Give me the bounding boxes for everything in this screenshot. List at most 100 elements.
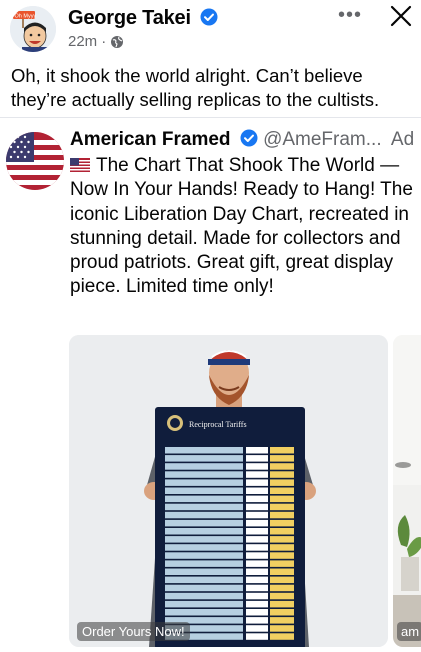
chart-table-cell [246, 447, 268, 454]
chart-table-cell [270, 447, 294, 454]
ad-page-name[interactable]: American Framed [70, 129, 231, 150]
chart-table-cell [165, 528, 243, 535]
chart-table-cell [246, 503, 268, 511]
us-flag-icon [6, 132, 64, 190]
chart-table-cell [270, 552, 294, 559]
chart-table-cell [246, 576, 268, 584]
post-meta: 22m · [68, 33, 124, 50]
us-flag-icon [70, 158, 90, 172]
close-icon [390, 5, 412, 27]
chart-table-cell [270, 528, 294, 535]
ad-header: American Framed @AmeFram... Ad ··· [70, 129, 421, 151]
chart-table-cell [270, 617, 294, 624]
chart-table-cell [270, 519, 294, 527]
chart-table-cell [246, 609, 268, 616]
chart-table-cell [165, 536, 243, 543]
chart-table-cell [246, 519, 268, 527]
chart-table-cell [270, 625, 294, 632]
chart-table-cell [165, 552, 243, 559]
chart-table-cell [246, 528, 268, 535]
chart-table-cell [165, 447, 243, 454]
chart-table-cell [165, 576, 243, 584]
avatar-sign-text: Oh Myyy [15, 14, 37, 20]
chart-table-cell [270, 576, 294, 584]
chart-table-cell [246, 625, 268, 632]
chart-table-cell [165, 455, 243, 462]
close-button[interactable] [386, 1, 416, 31]
chart-table-cell [165, 463, 243, 470]
chart-table-cell [270, 600, 294, 608]
chart-table-cell [165, 471, 243, 478]
chart-table-cell [246, 455, 268, 462]
chart-table-cell [270, 455, 294, 462]
chart-table-cell [270, 487, 294, 494]
ad-body-text: The Chart That Shook The World — Now In … [70, 155, 413, 298]
chart-table-cell [165, 519, 243, 527]
post-timestamp[interactable]: 22m [68, 33, 97, 50]
chart-table-cell [246, 487, 268, 494]
chart-table-cell [270, 495, 294, 503]
chart-table-cell [165, 584, 243, 592]
chart-table-cell [246, 511, 268, 519]
verified-badge-icon [240, 129, 258, 147]
chart-table-cell [270, 503, 294, 511]
author-avatar[interactable]: Oh Myyy [10, 6, 56, 52]
post-text: Oh, it shook the world alright. Can’t be… [11, 65, 380, 110]
more-options-button[interactable]: ••• [335, 4, 365, 26]
chart-table-cell [270, 544, 294, 551]
chart-table-cell [165, 560, 243, 567]
globe-icon [111, 35, 124, 48]
chart-table-cell [246, 600, 268, 608]
ad-label: Ad [390, 129, 415, 150]
verified-badge-icon [200, 8, 218, 26]
chart-table-cell [270, 479, 294, 486]
chart-table-cell [270, 463, 294, 470]
chart-table-cell [246, 479, 268, 486]
room-photo [393, 335, 421, 647]
shared-ad-post: American Framed @AmeFram... Ad ··· The C… [0, 117, 421, 652]
chart-table-cell [165, 495, 243, 503]
chart-table-cell [246, 471, 268, 478]
chart-table-cell [246, 584, 268, 592]
chart-table-cell [270, 592, 294, 600]
chart-table-cell [165, 592, 243, 600]
order-now-button[interactable]: Order Yours Now! [77, 622, 190, 641]
chart-title: Reciprocal Tariffs [189, 420, 247, 429]
chart-table-cell [270, 560, 294, 567]
chart-table-cell [270, 584, 294, 592]
chart-table-cell [165, 511, 243, 519]
ad-media-image[interactable]: Reciprocal Tariffs Order Yours Now! [69, 335, 388, 647]
secondary-cta-label: am [397, 622, 421, 641]
author-name[interactable]: George Takei [68, 7, 218, 30]
chart-table-cell [246, 544, 268, 551]
chart-table-cell [165, 479, 243, 486]
chart-table-cell [270, 609, 294, 616]
chart-table-cell [270, 511, 294, 519]
chart-table-cell [246, 495, 268, 503]
ad-media-image-2[interactable]: am [393, 335, 421, 647]
chart-table-cell [246, 617, 268, 624]
ad-handle[interactable]: @AmeFram... [263, 129, 382, 150]
chart-table-cell [165, 544, 243, 551]
chart-table-cell [246, 463, 268, 470]
chart-table-cell [246, 552, 268, 559]
chart-table-cell [270, 633, 294, 640]
man-holding-chart-photo: Reciprocal Tariffs [69, 335, 388, 647]
chart-table-cell [270, 536, 294, 543]
chart-table-cell [165, 503, 243, 511]
chart-table-cell [165, 600, 243, 608]
chart-table-cell [246, 568, 268, 575]
cartoon-avatar-icon: Oh Myyy [10, 6, 56, 52]
ad-text: The Chart That Shook The World — Now In … [70, 154, 415, 300]
chart-table-cell [270, 471, 294, 478]
chart-table-cell [246, 592, 268, 600]
chart-table-cell [165, 487, 243, 494]
chart-table-cell [165, 609, 243, 616]
chart-table-cell [270, 568, 294, 575]
chart-table-cell [246, 536, 268, 543]
more-options-icon: ••• [337, 4, 362, 26]
chart-table-cell [165, 568, 243, 575]
ad-page-avatar[interactable] [6, 132, 64, 190]
chart-table-cell [246, 633, 268, 640]
chart-table-cell [246, 560, 268, 567]
